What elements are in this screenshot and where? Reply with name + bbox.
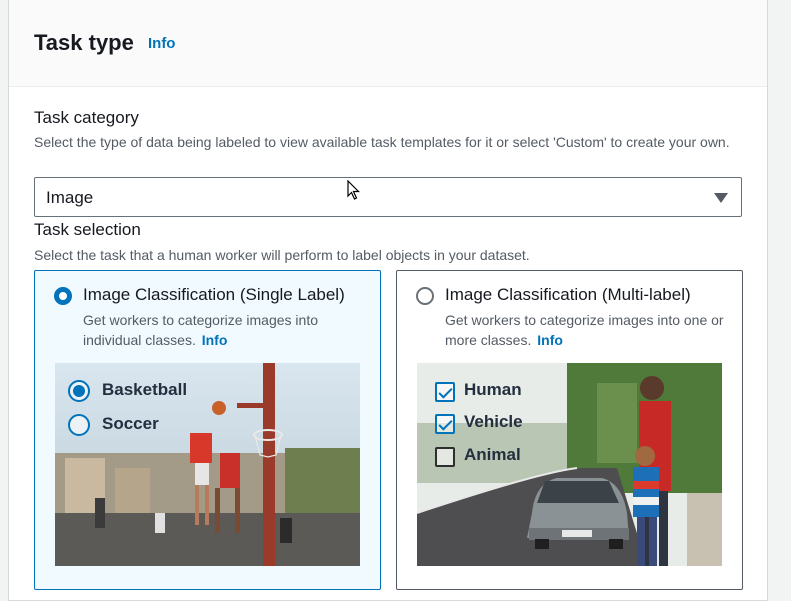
example-checkbox-vehicle [435,414,455,434]
tile-title-single: Image Classification (Single Label) [83,285,345,304]
page-scrollbar[interactable] [769,0,791,601]
example-checkbox-animal [435,447,455,467]
tile-radio-single[interactable] [54,287,72,305]
tile-info-link-multi[interactable]: Info [537,332,563,348]
example-option-vehicle: Vehicle [464,412,523,431]
street-scene-illustration [417,363,722,566]
task-selection-label: Task selection [34,220,141,239]
tile-image-classification-multi[interactable]: Image Classification (Multi-label) Get w… [396,270,743,590]
task-category-select[interactable]: Image [34,177,742,217]
tile-image-classification-single[interactable]: Image Classification (Single Label) Get … [34,270,381,590]
example-option-basketball: Basketball [102,380,188,399]
panel-header: Task type Info [9,0,767,87]
example-option-human: Human [464,380,522,399]
tile-description-text-single: Get workers to categorize images into in… [83,312,318,348]
task-type-panel: Task type Info Task category Select the … [8,0,768,601]
tile-description-text-multi: Get workers to categorize images into on… [445,312,724,348]
example-checkbox-human [435,382,455,402]
panel-title-text: Task type [34,30,134,55]
tile-info-link-single[interactable]: Info [202,332,228,348]
tile-radio-multi[interactable] [416,287,434,305]
example-radio-basketball [68,380,90,402]
task-category-label: Task category [34,108,139,127]
street-example-image: Human Vehicle Animal [417,363,722,566]
page-title: Task type Info [34,30,175,56]
example-option-soccer: Soccer [102,414,159,433]
task-category-selected-value: Image [46,188,94,207]
tile-description-single: Get workers to categorize images into in… [83,310,363,350]
tile-description-multi: Get workers to categorize images into on… [445,310,725,350]
example-option-animal: Animal [464,445,521,464]
basketball-example-image: Basketball Soccer [55,363,360,566]
caret-down-icon [714,193,728,203]
task-selection-description: Select the task that a human worker will… [34,247,530,263]
tile-title-multi: Image Classification (Multi-label) [445,285,691,304]
example-radio-soccer [68,414,90,436]
basketball-scene-illustration [55,363,360,566]
info-link[interactable]: Info [148,35,176,52]
mouse-cursor-icon [347,180,360,200]
task-category-description: Select the type of data being labeled to… [34,134,730,150]
